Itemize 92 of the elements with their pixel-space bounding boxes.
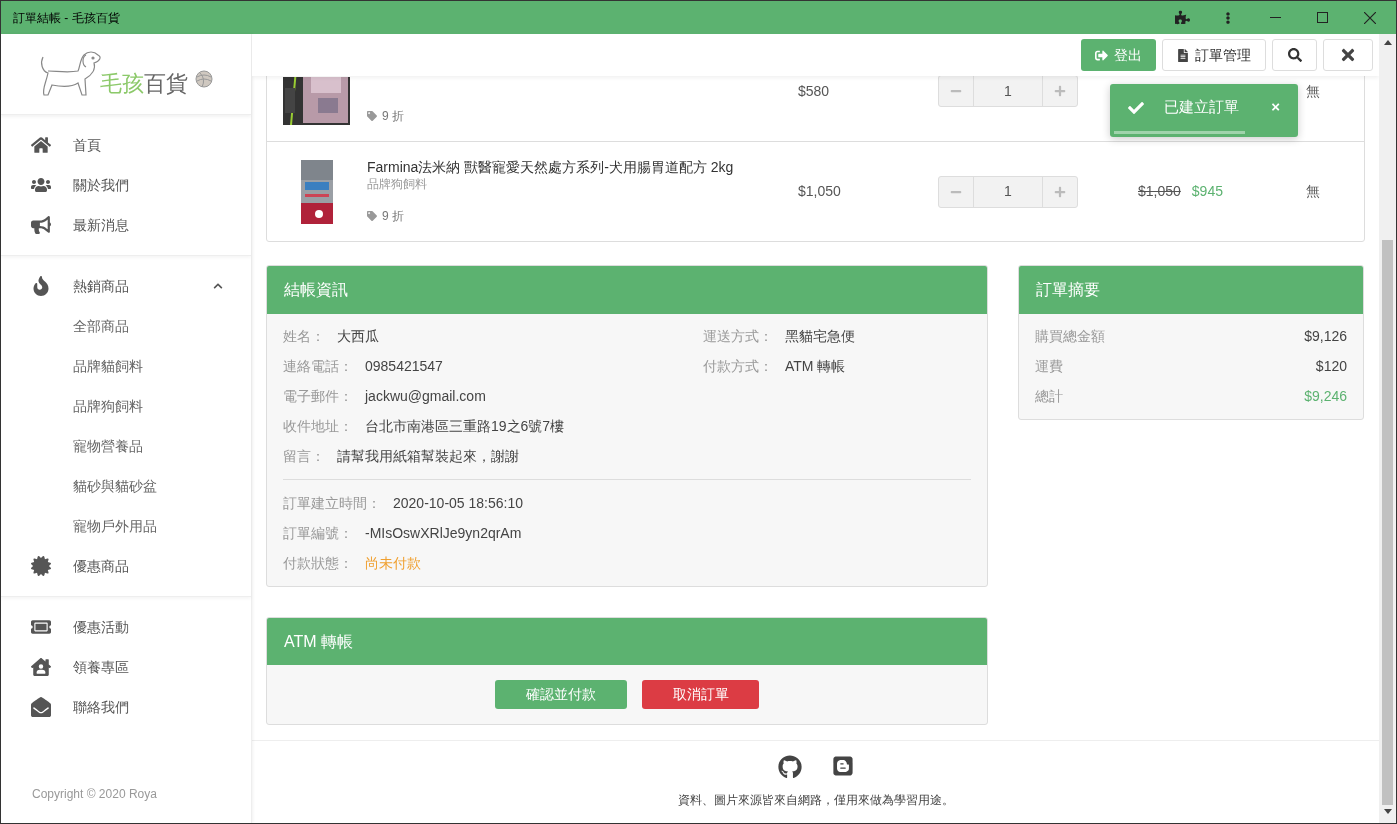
document-icon — [1177, 48, 1189, 62]
product-title[interactable]: Farmina法米納 獸醫寵愛天然處方系列-犬用腸胃道配方 2kg — [367, 158, 798, 176]
plus-icon — [1054, 85, 1066, 97]
field-value: 大西瓜 — [337, 326, 379, 346]
field-value: jackwu@gmail.com — [365, 386, 486, 406]
home-icon — [31, 135, 51, 155]
sidebar-item[interactable]: 領養專區 — [1, 647, 251, 687]
card-header: 結帳資訊 — [267, 266, 987, 314]
note-text: 無 — [1306, 182, 1320, 201]
copyright-text: Copyright © 2020 Roya — [32, 787, 157, 801]
sale-price: $945 — [1191, 182, 1223, 201]
scroll-up-icon[interactable] — [1383, 40, 1392, 45]
maximize-icon[interactable] — [1317, 12, 1328, 23]
chevron-up-icon[interactable] — [213, 281, 223, 291]
unit-price: $580 — [798, 81, 831, 101]
field-label: 連絡電話： — [283, 356, 353, 376]
summary-value: $9,246 — [1304, 386, 1347, 406]
tag-icon — [367, 110, 377, 121]
sidebar-subitem[interactable]: 品牌狗飼料 — [1, 386, 251, 426]
scroll-down-icon[interactable] — [1383, 809, 1392, 814]
card-header: ATM 轉帳 — [267, 618, 987, 665]
window-title: 訂單結帳 - 毛孩百貨 — [13, 9, 120, 27]
people-icon — [31, 175, 51, 195]
cancel-order-button[interactable]: 取消訂單 — [642, 680, 759, 709]
product-category: 品牌狗飼料 — [367, 176, 428, 192]
field-label: 留言： — [283, 446, 325, 466]
summary-label: 運費 — [1035, 356, 1063, 376]
field-label: 運送方式： — [703, 326, 773, 346]
footer-text: 資料、圖片來源皆來自網路，僅用來做為學習用途。 — [677, 792, 954, 809]
sidebar-subitem[interactable]: 寵物營養品 — [1, 426, 251, 466]
quantity-field[interactable]: 1 — [974, 76, 1042, 106]
plus-icon — [1054, 185, 1066, 198]
field-value: 0985421547 — [365, 356, 443, 376]
search-button[interactable] — [1272, 39, 1317, 71]
envelope-icon — [31, 697, 51, 717]
github-icon[interactable] — [777, 755, 802, 779]
summary-value: $9,126 — [1304, 326, 1347, 346]
logo[interactable]: 毛孩百貨 — [38, 49, 214, 99]
close-icon[interactable] — [1364, 11, 1376, 24]
discount-badge-icon — [31, 556, 51, 576]
house-icon — [31, 657, 51, 677]
check-icon — [1128, 99, 1144, 116]
sidebar-subitem[interactable]: 全部商品 — [1, 306, 251, 346]
field-label: 付款方式： — [703, 356, 773, 376]
field-label: 訂單建立時間： — [283, 493, 381, 513]
close-icon — [1339, 46, 1357, 64]
field-label: 訂單編號： — [283, 523, 353, 543]
close-button[interactable] — [1323, 39, 1373, 71]
blogger-icon[interactable] — [831, 755, 854, 777]
summary-label: 總計 — [1035, 386, 1063, 406]
field-value: 黑貓宅急便 — [785, 326, 855, 346]
field-value: ATM 轉帳 — [785, 356, 846, 376]
sidebar-item[interactable]: 優惠商品 — [1, 546, 251, 586]
payment-status: 尚未付款 — [365, 553, 421, 573]
sidebar-subitem[interactable]: 寵物戶外用品 — [1, 506, 251, 546]
field-value: 2020-10-05 18:56:10 — [393, 493, 523, 513]
scrollbar[interactable] — [1379, 34, 1396, 823]
original-price: $1,050 — [1138, 182, 1181, 201]
unit-price: $1,050 — [798, 182, 842, 201]
sidebar-item[interactable]: 首頁 — [1, 125, 251, 165]
field-label: 付款狀態： — [283, 553, 353, 573]
ticket-icon — [31, 617, 51, 637]
sidebar-item[interactable]: 熱銷商品 — [1, 266, 251, 306]
sidebar-item[interactable]: 關於我們 — [1, 165, 251, 205]
field-value: -MIsOswXRlJe9yn2qrAm — [365, 523, 522, 543]
discount-label: 9 折 — [382, 208, 404, 225]
yarn-ball-icon — [194, 69, 214, 89]
discount-label: 9 折 — [382, 107, 404, 125]
order-management-button[interactable]: 訂單管理 — [1162, 39, 1266, 71]
summary-value: $120 — [1315, 356, 1347, 376]
sidebar-subitem[interactable]: 品牌貓飼料 — [1, 346, 251, 386]
field-value: 請幫我用紙箱幫裝起來，謝謝 — [337, 446, 519, 466]
field-value: 台北市南港區三重路19之6號7樓 — [365, 416, 565, 436]
sidebar-item[interactable]: 聯絡我們 — [1, 687, 251, 727]
scrollbar-thumb[interactable] — [1382, 240, 1393, 805]
megaphone-icon — [31, 215, 51, 235]
field-label: 收件地址： — [283, 416, 353, 436]
toast-message: 已建立訂單 — [1164, 97, 1239, 118]
extension-icon[interactable] — [1175, 10, 1190, 25]
sidebar-item[interactable]: 最新消息 — [1, 205, 251, 245]
tag-icon — [367, 211, 377, 221]
sidebar-subitem[interactable]: 貓砂與貓砂盆 — [1, 466, 251, 506]
card-header: 訂單摘要 — [1019, 266, 1363, 314]
field-label: 姓名： — [283, 326, 325, 346]
quantity-field[interactable]: 1 — [974, 176, 1042, 207]
field-label: 電子郵件： — [283, 386, 353, 406]
summary-label: 購買總金額 — [1035, 326, 1105, 346]
flame-icon — [31, 276, 51, 296]
search-icon — [1287, 48, 1302, 62]
sidebar-item[interactable]: 優惠活動 — [1, 607, 251, 647]
sign-out-icon — [1095, 48, 1108, 62]
note-text: 無 — [1306, 81, 1320, 101]
